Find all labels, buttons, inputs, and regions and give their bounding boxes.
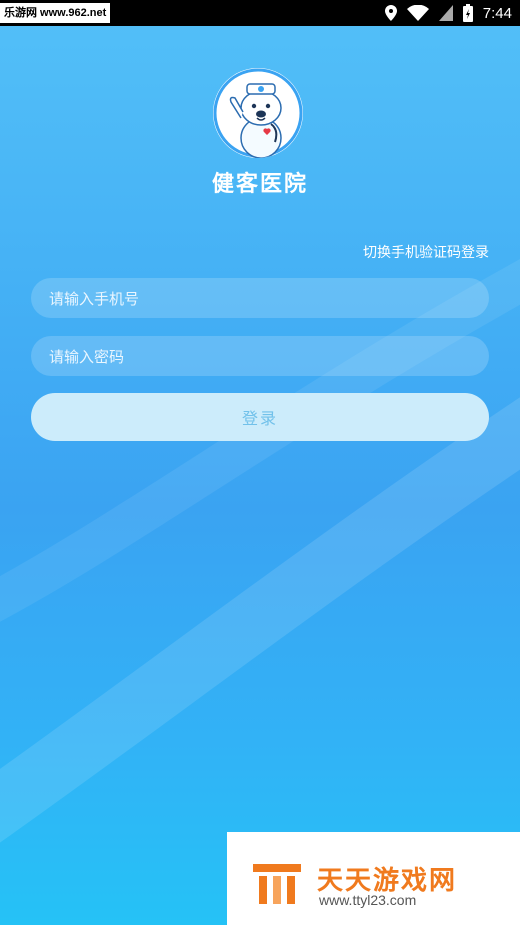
battery-icon	[462, 4, 473, 22]
phone-field[interactable]	[31, 278, 489, 320]
login-button[interactable]: 登录	[31, 393, 489, 441]
location-icon	[384, 5, 397, 21]
watermark-logo-icon	[253, 864, 301, 904]
password-input[interactable]	[47, 336, 471, 378]
wifi-icon	[406, 5, 429, 21]
status-time: 7:44	[482, 4, 512, 22]
status-bar: 乐游网 www.962.net 7:44	[0, 0, 520, 26]
app-logo	[213, 68, 303, 158]
signal-icon	[438, 5, 453, 21]
watermark-url: www.ttyl23.com	[319, 892, 417, 908]
app-name: 健客医院	[211, 172, 308, 197]
site-watermark-logo: 天天游戏网 www.ttyl23.com	[227, 832, 520, 925]
site-watermark: 乐游网 www.962.net	[0, 3, 111, 23]
switch-sms-login-link[interactable]: 切换手机验证码登录	[363, 242, 489, 262]
phone-input[interactable]	[47, 278, 471, 320]
password-field[interactable]	[31, 336, 489, 378]
